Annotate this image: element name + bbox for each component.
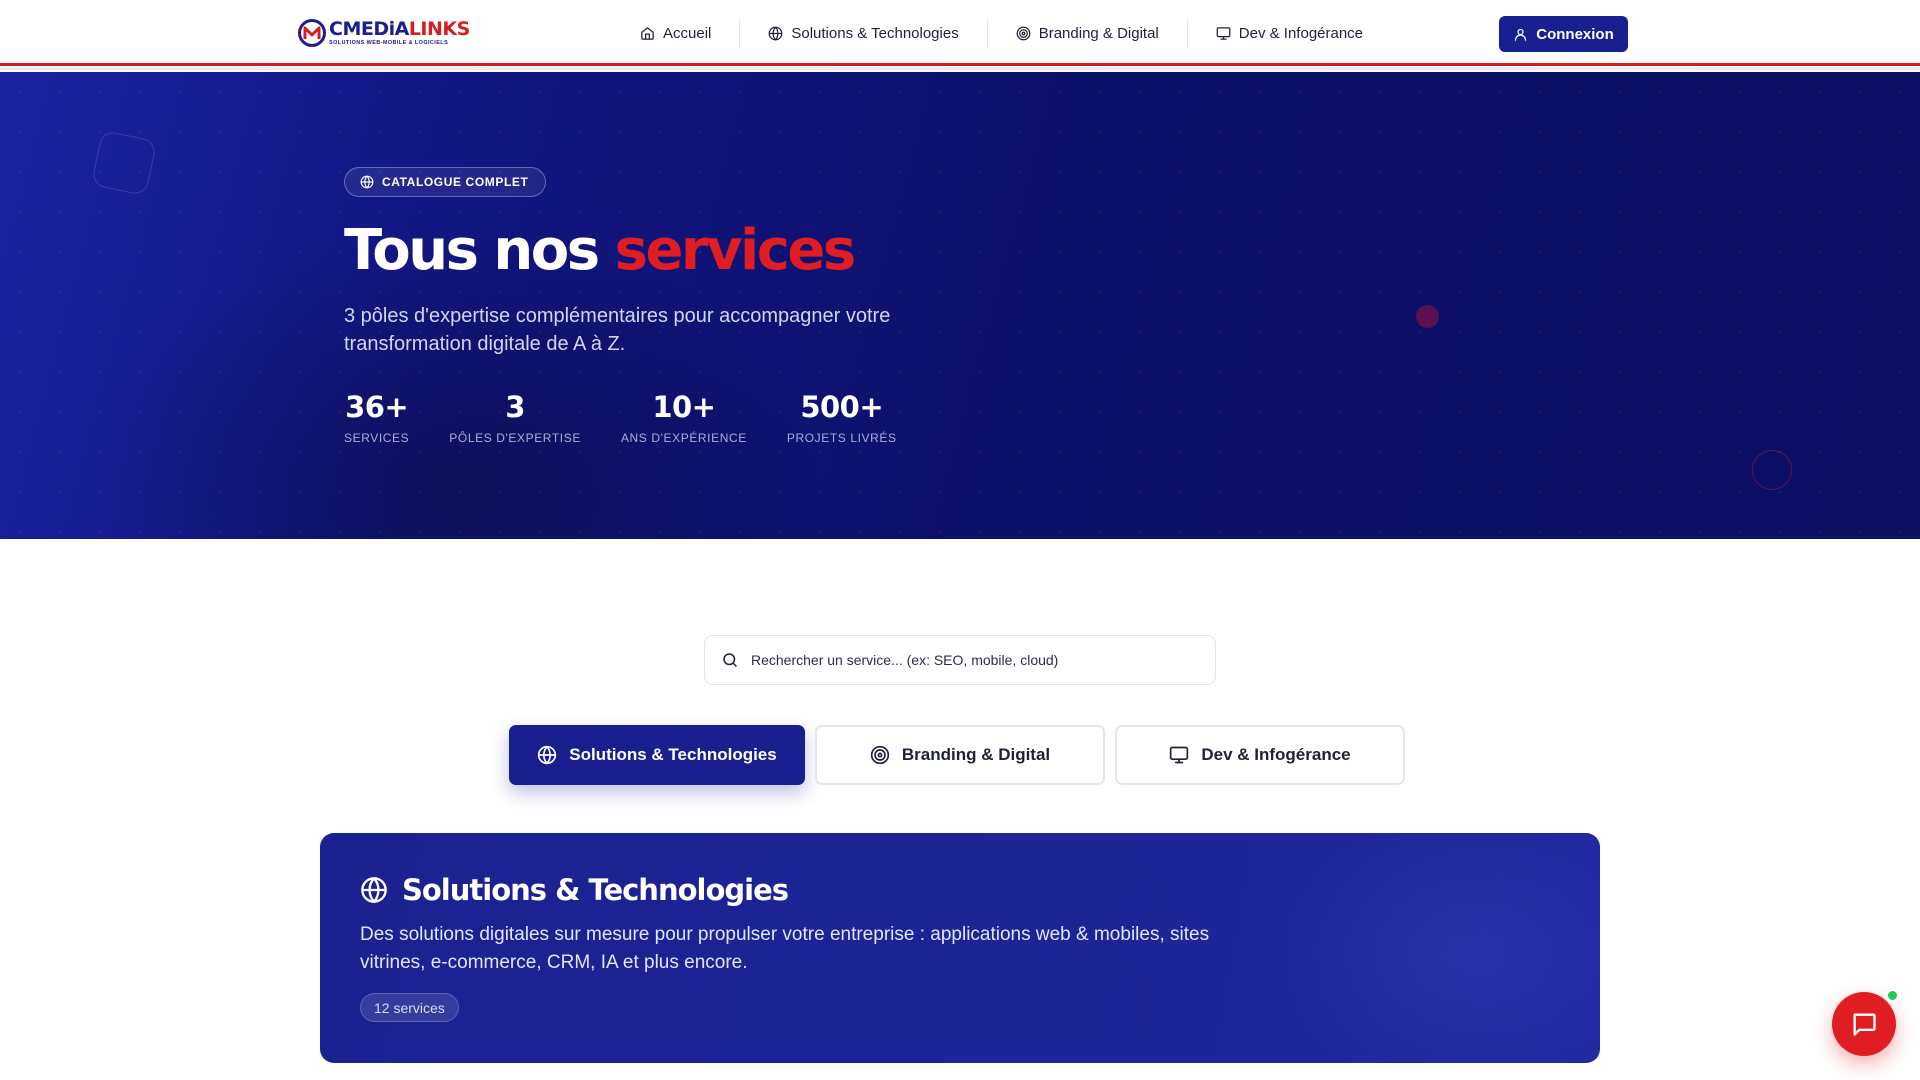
tab-branding-digital[interactable]: Branding & Digital xyxy=(815,725,1105,785)
nav-label: Solutions & Technologies xyxy=(791,24,959,42)
page-title: Tous nos services xyxy=(344,218,857,283)
title-main: Tous nos xyxy=(344,218,615,283)
nav-label: Accueil xyxy=(663,24,712,42)
decorative-ring xyxy=(1752,450,1792,490)
search-icon xyxy=(723,653,737,667)
stat-label: PÔLES D'EXPERTISE xyxy=(449,431,581,445)
site-header: CMEDiALINKS SOLUTIONS WEB-MOBILE & LOGIC… xyxy=(0,0,1920,70)
stat-label: PROJETS LIVRÉS xyxy=(786,431,897,445)
brand-logo[interactable]: CMEDiALINKS SOLUTIONS WEB-MOBILE & LOGIC… xyxy=(297,16,470,50)
decorative-dot xyxy=(1416,305,1439,328)
nav-item-dev[interactable]: Dev & Infogérance xyxy=(1188,19,1391,47)
hero-subtitle: 3 pôles d'expertise complémentaires pour… xyxy=(344,305,891,355)
tab-label: Solutions & Technologies xyxy=(569,745,777,764)
category-tabs: Solutions & Technologies Branding & Digi… xyxy=(509,725,1405,785)
stat-item: 36+ SERVICES xyxy=(344,390,409,445)
main-nav: Accueil Solutions & Technologies Brandin… xyxy=(612,19,1391,47)
monitor-icon xyxy=(1170,746,1189,764)
target-icon xyxy=(1016,26,1031,40)
target-icon xyxy=(870,745,890,765)
catalogue-badge: CATALOGUE COMPLET xyxy=(344,167,547,197)
stat-item: 500+ PROJETS LIVRÉS xyxy=(787,390,897,445)
badge-label: CATALOGUE COMPLET xyxy=(382,175,529,189)
stat-value: 36+ xyxy=(345,390,409,424)
stat-item: 3 PÔLES D'EXPERTISE xyxy=(449,390,581,445)
section-description: Des solutions digitales sur mesure pour … xyxy=(360,924,1210,973)
online-status-dot xyxy=(1886,989,1899,1002)
tab-label: Branding & Digital xyxy=(901,745,1051,764)
title-accent: services xyxy=(614,218,857,283)
login-button[interactable]: Connexion xyxy=(1499,16,1628,52)
stat-value: 500+ xyxy=(800,390,884,424)
nav-label: Branding & Digital xyxy=(1038,24,1159,42)
stat-item: 10+ ANS D'EXPÉRIENCE xyxy=(621,390,747,445)
service-search xyxy=(704,635,1216,685)
nav-item-solutions[interactable]: Solutions & Technologies xyxy=(740,19,988,47)
globe-icon xyxy=(538,745,557,765)
section-title-text: Solutions & Technologies xyxy=(402,873,789,907)
nav-label: Dev & Infogérance xyxy=(1238,24,1364,42)
tab-label: Dev & Infogérance xyxy=(1201,745,1351,764)
home-icon xyxy=(641,26,654,40)
user-icon xyxy=(1515,28,1527,41)
stat-value: 3 xyxy=(505,390,525,424)
tab-solutions-technologies[interactable]: Solutions & Technologies xyxy=(509,725,805,785)
globe-icon xyxy=(360,175,374,189)
hero-dot-pattern xyxy=(0,72,1920,539)
category-section-card: Solutions & Technologies Des solutions d… xyxy=(320,833,1600,1063)
monitor-icon xyxy=(1216,26,1231,40)
nav-item-branding[interactable]: Branding & Digital xyxy=(988,19,1188,47)
tab-dev-infogerance[interactable]: Dev & Infogérance xyxy=(1115,725,1405,785)
stat-value: 10+ xyxy=(652,390,716,424)
service-count-badge: 12 services xyxy=(360,993,459,1022)
login-label: Connexion xyxy=(1536,25,1614,43)
logo-mark-icon xyxy=(298,19,326,47)
stat-label: ANS D'EXPÉRIENCE xyxy=(620,431,747,445)
brand-tagline: SOLUTIONS WEB-MOBILE & LOGICIELS xyxy=(329,39,449,46)
hero-banner: CATALOGUE COMPLET Tous nos services 3 pô… xyxy=(0,72,1920,539)
stats-row: 36+ SERVICES 3 PÔLES D'EXPERTISE 10+ ANS… xyxy=(344,390,897,445)
stat-label: SERVICES xyxy=(344,431,410,445)
chat-bubble-icon xyxy=(1853,1013,1876,1036)
brand-name-part2: LINKS xyxy=(408,17,471,40)
brand-name-part1: CMEDiA xyxy=(329,17,409,40)
chat-button[interactable] xyxy=(1832,992,1896,1056)
search-input[interactable] xyxy=(751,652,1191,668)
globe-icon xyxy=(768,26,783,41)
globe-icon xyxy=(361,877,387,904)
section-title: Solutions & Technologies xyxy=(360,873,789,907)
nav-item-accueil[interactable]: Accueil xyxy=(612,19,741,47)
